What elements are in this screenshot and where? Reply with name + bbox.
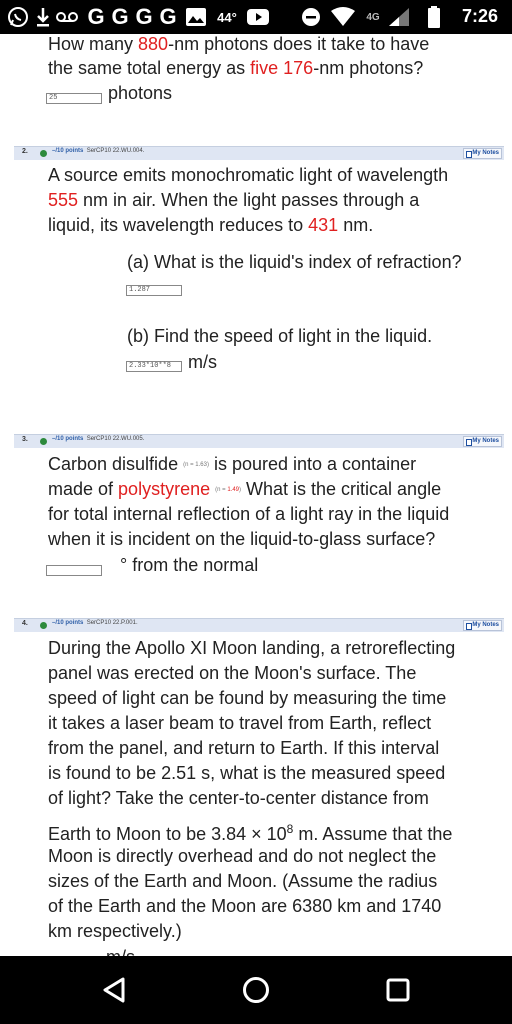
q4-line: km respectively.) [48, 921, 182, 941]
back-icon[interactable] [98, 974, 130, 1006]
q3-line1: Carbon disulfide (n = 1.63) is poured in… [48, 454, 417, 474]
q4-line: of light? Take the center-to-center dist… [48, 788, 429, 808]
q4-line: panel was erected on the Moon's surface.… [48, 663, 417, 683]
q2-line2: 555 nm in air. When the light passes thr… [48, 190, 420, 210]
recents-icon[interactable] [382, 974, 414, 1006]
q4-line: During the Apollo XI Moon landing, a ret… [48, 638, 456, 658]
voicemail-icon [56, 5, 78, 29]
google-icon: G [87, 4, 105, 29]
points-label: –/10 points SerCP10 22.P.001. [52, 620, 138, 626]
q4-line: from the panel, and return to Earth. If … [48, 738, 440, 758]
question-number: 2. [22, 148, 28, 155]
my-notes-button[interactable]: My Notes [463, 436, 502, 447]
status-dot-icon [40, 438, 47, 445]
question-4-header: 4. –/10 points SerCP10 22.P.001. My Note… [14, 618, 504, 632]
q3-line3: for total internal reflection of a light… [48, 504, 450, 524]
q2-unit-b: m/s [188, 352, 217, 372]
battery-icon [426, 5, 442, 29]
q4-line: speed of light can be found by measuring… [48, 688, 447, 708]
q2-part-b: (b) Find the speed of light in the liqui… [127, 326, 433, 346]
youtube-icon [246, 5, 270, 29]
q1-answer-input[interactable]: 25 [46, 93, 102, 104]
points-label: –/10 points SerCP10 22.WU.004. [52, 148, 145, 154]
temperature-text: 44° [217, 9, 237, 25]
q1-line1: How many 880-nm photons does it take to … [48, 34, 430, 54]
q2-answer-a-input[interactable]: 1.287 [126, 285, 182, 296]
record-icon [300, 5, 322, 29]
q2-line3: liquid, its wavelength reduces to 431 nm… [48, 215, 374, 235]
q3-unit: ° from the normal [120, 555, 259, 575]
q4-line: Moon is directly overhead and do not neg… [48, 846, 437, 866]
q4-line: of the Earth and the Moon are 6380 km an… [48, 896, 442, 916]
google-icon: G [111, 4, 129, 29]
q1-line2: the same total energy as five 176-nm pho… [48, 58, 424, 78]
question-number: 3. [22, 436, 28, 443]
q3-line4: when it is incident on the liquid-to-gla… [48, 529, 436, 549]
status-bar: G G G G 44° 4G 7:26 [0, 0, 512, 34]
question-3-header: 3. –/10 points SerCP10 22.WU.005. My Not… [14, 434, 504, 448]
q4-line: sizes of the Earth and Moon. (Assume the… [48, 871, 438, 891]
google-icon: G [135, 4, 153, 29]
whatsapp-icon [6, 5, 30, 29]
q3-line2: made of polystyrene (n = 1.49) What is t… [48, 479, 442, 499]
q4-line: it takes a laser beam to travel from Ear… [48, 713, 432, 733]
navigation-bar [0, 956, 512, 1024]
q3-answer-input[interactable] [46, 565, 102, 576]
google-icon: G [159, 4, 177, 29]
q2-answer-b-input[interactable]: 2.33*10**8 [126, 361, 182, 372]
network-label: 4G [366, 11, 380, 23]
question-number: 4. [22, 620, 28, 627]
clock: 7:26 [461, 6, 498, 26]
q4-line-distance: Earth to Moon to be 3.84 × 108 m. Assume… [48, 822, 453, 844]
image-icon [184, 5, 208, 29]
q1-unit: photons [108, 83, 173, 103]
my-notes-button[interactable]: My Notes [463, 148, 502, 159]
my-notes-button[interactable]: My Notes [463, 620, 502, 631]
question-2-header: 2. –/10 points SerCP10 22.WU.004. My Not… [14, 146, 504, 160]
webassign-page[interactable]: How many 880-nm photons does it take to … [0, 34, 512, 956]
points-label: –/10 points SerCP10 22.WU.005. [52, 436, 145, 442]
download-icon [34, 5, 52, 29]
home-icon[interactable] [240, 974, 272, 1006]
wifi-icon [330, 5, 356, 29]
status-dot-icon [40, 622, 47, 629]
q4-unit-partial: m/s [106, 945, 135, 956]
status-dot-icon [40, 150, 47, 157]
q2-line1: A source emits monochromatic light of wa… [48, 165, 449, 185]
q4-line: is found to be 2.51 s, what is the measu… [48, 763, 446, 783]
q2-part-a: (a) What is the liquid's index of refrac… [127, 252, 462, 272]
signal-icon [386, 5, 410, 29]
